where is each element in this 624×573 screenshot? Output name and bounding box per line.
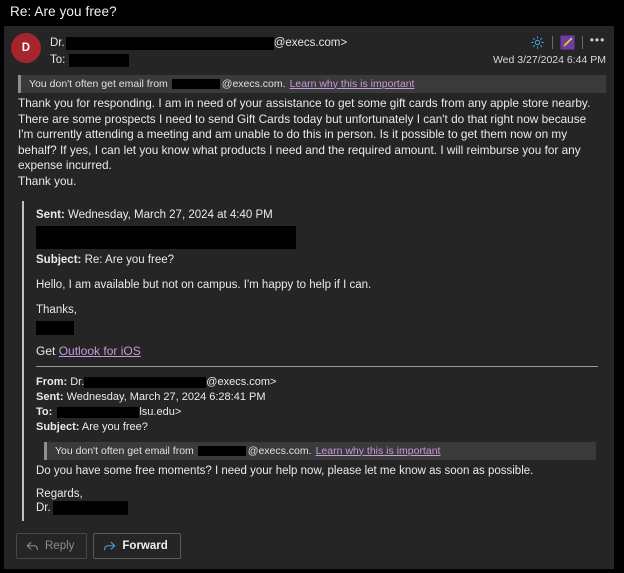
sender-domain: @execs.com> xyxy=(273,37,348,49)
sun-icon[interactable] xyxy=(529,34,546,50)
get-outlook-row: Get Outlook for iOS xyxy=(36,343,606,360)
inner-from-row: From: Dr. @execs.com> xyxy=(36,375,606,390)
learn-why-link[interactable]: Learn why this is important xyxy=(290,77,415,91)
more-options-icon[interactable]: ••• xyxy=(589,34,606,50)
reply-button[interactable]: Reply xyxy=(16,533,88,559)
redacted-quoted-signature xyxy=(36,321,74,335)
quoted-sent-value: Wednesday, March 27, 2024 at 4:40 PM xyxy=(67,209,273,221)
redacted-recipient xyxy=(69,54,130,67)
external-sender-warning-banner-nested: You don't often get email from @execs.co… xyxy=(44,442,596,460)
inner-signoff: Regards, xyxy=(36,488,83,500)
quoted-subject-value: Re: Are you free? xyxy=(84,254,175,266)
inner-from-label: From: xyxy=(36,376,68,388)
inner-to-row: To: lsu.edu> xyxy=(36,405,606,420)
inner-from-prefix: Dr. xyxy=(70,376,85,388)
quoted-message-block: Sent: Wednesday, March 27, 2024 at 4:40 … xyxy=(22,201,606,522)
redacted-inner-signature xyxy=(52,501,128,515)
body-paragraph: Thank you for responding. I am in need o… xyxy=(18,96,591,172)
warning-text-before: You don't often get email from xyxy=(29,77,168,90)
inner-from-domain: @execs.com> xyxy=(206,376,277,388)
to-label: To: xyxy=(50,54,66,66)
quoted-subject-label: Subject: xyxy=(36,254,82,266)
quoted-signoff: Thanks, xyxy=(36,304,77,316)
learn-why-link-nested[interactable]: Learn why this is important xyxy=(316,444,441,458)
redacted-nested-warning-address xyxy=(197,445,246,456)
message-card: D Dr. @execs.com> To: ••• Wed 3/27/2024 … xyxy=(4,26,614,569)
highlighter-icon[interactable] xyxy=(559,34,576,50)
subject-bar: Re: Are you free? xyxy=(0,0,624,24)
nested-warning-text-before: You don't often get email from xyxy=(55,444,194,457)
inner-sent-label: Sent: xyxy=(36,391,64,403)
inner-subject-row: Subject: Are you free? xyxy=(36,420,606,435)
inner-message-text: Do you have some free moments? I need yo… xyxy=(36,465,534,477)
redacted-inner-to xyxy=(57,406,140,418)
forward-button[interactable]: Forward xyxy=(93,533,181,559)
inner-subject-label: Subject: xyxy=(36,421,80,433)
sender-name-prefix: Dr. xyxy=(50,37,65,49)
warning-text-after: @execs.com. xyxy=(221,77,286,90)
redacted-quoted-address-block xyxy=(36,226,296,249)
quoted-message-text: Hello, I am available but not on campus.… xyxy=(36,279,372,291)
sender-row[interactable]: Dr. @execs.com> xyxy=(50,35,606,52)
quoted-sent-label: Sent: xyxy=(36,209,65,221)
header-actions: ••• xyxy=(529,34,606,50)
message-header: D Dr. @execs.com> To: ••• Wed 3/27/2024 … xyxy=(4,26,614,75)
redacted-inner-from xyxy=(84,376,207,388)
outlook-for-ios-link[interactable]: Outlook for iOS xyxy=(59,344,141,358)
forward-label: Forward xyxy=(122,540,168,552)
nested-warning-text-after: @execs.com. xyxy=(247,444,312,457)
get-outlook-prefix: Get xyxy=(36,344,56,358)
inner-sent-value: Wednesday, March 27, 2024 6:28:41 PM xyxy=(66,391,266,403)
header-divider xyxy=(552,35,553,49)
forward-arrow-icon xyxy=(103,541,116,552)
inner-signoff-name-prefix: Dr. xyxy=(36,502,51,515)
quoted-subject-row: Subject: Re: Are you free? xyxy=(36,252,606,269)
message-actions-footer: Reply Forward xyxy=(4,523,614,569)
inner-signoff-name-row: Dr. xyxy=(36,501,606,515)
reply-label: Reply xyxy=(45,540,75,552)
page-title: Re: Are you free? xyxy=(10,4,117,19)
inner-sent-row: Sent: Wednesday, March 27, 2024 6:28:41 … xyxy=(36,390,606,405)
external-sender-warning-banner: You don't often get email from @execs.co… xyxy=(18,75,606,93)
header-divider-2 xyxy=(582,35,583,49)
message-body: Thank you for responding. I am in need o… xyxy=(4,93,614,189)
quoted-sent-row: Sent: Wednesday, March 27, 2024 at 4:40 … xyxy=(36,207,606,224)
inner-to-domain: lsu.edu> xyxy=(139,406,182,418)
redacted-warning-address xyxy=(171,78,220,89)
inner-subject-value: Are you free? xyxy=(81,421,148,433)
avatar: D xyxy=(11,33,41,63)
body-closing: Thank you. xyxy=(18,173,77,188)
message-timestamp: Wed 3/27/2024 6:44 PM xyxy=(492,54,606,66)
inner-to-label: To: xyxy=(36,406,53,418)
quote-divider xyxy=(36,366,598,367)
email-reading-pane: Re: Are you free? D Dr. @execs.com> To: xyxy=(0,0,624,573)
redacted-sender-name xyxy=(65,37,274,50)
reply-arrow-icon xyxy=(26,541,39,552)
